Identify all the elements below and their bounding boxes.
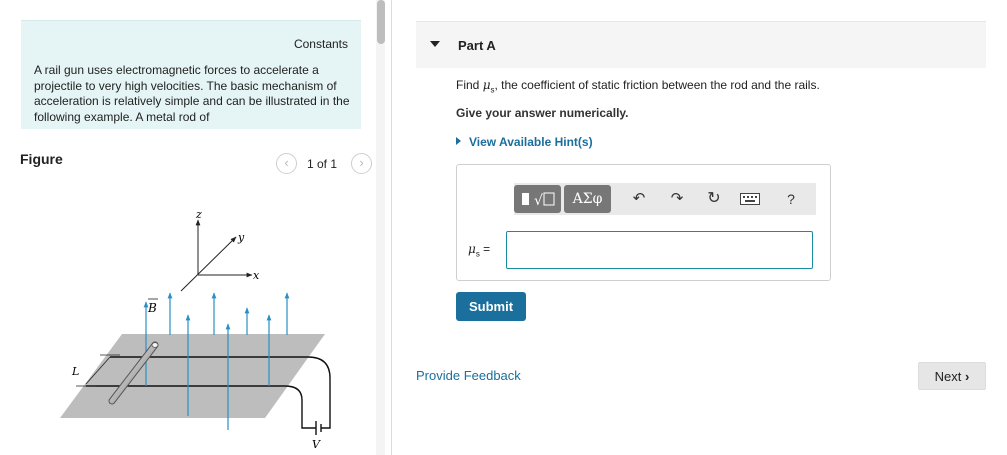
voltage-label: V [312, 438, 321, 450]
answer-label: μs = [468, 242, 490, 258]
undo-icon[interactable]: ↶ [627, 187, 651, 211]
submit-button[interactable]: Submit [456, 292, 526, 321]
b-field-label: B [147, 301, 157, 315]
instruction-text: Give your answer numerically. [456, 106, 629, 120]
greek-symbols-button[interactable]: ΑΣφ [564, 185, 611, 213]
constants-link[interactable]: Constants [294, 37, 348, 51]
question-rest: , the coefficient of static friction bet… [494, 78, 820, 92]
part-header[interactable]: Part A [416, 21, 986, 68]
question-text: Find μs, the coefficient of static frict… [456, 78, 820, 94]
panel-divider [391, 0, 392, 455]
prev-figure-button[interactable]: ‹ [276, 153, 297, 174]
axes: z y x [180, 208, 260, 292]
next-label: Next [934, 368, 962, 384]
templates-button[interactable]: √ [514, 185, 561, 213]
table-plane [60, 334, 325, 418]
provide-feedback-link[interactable]: Provide Feedback [416, 368, 521, 383]
constants-box: Constants A rail gun uses electromagneti… [21, 20, 361, 129]
scrollbar-track[interactable] [376, 0, 385, 455]
next-figure-button[interactable]: › [351, 153, 372, 174]
reset-icon[interactable]: ↻ [702, 187, 726, 211]
chevron-right-icon: › [359, 155, 364, 170]
z-axis-label: z [195, 208, 202, 221]
caret-down-icon [430, 41, 440, 47]
templates-icon: √ [522, 192, 555, 209]
battery [301, 402, 331, 435]
chevron-left-icon: ‹ [284, 155, 289, 170]
x-axis-label: x [253, 269, 260, 282]
view-hints-link[interactable]: View Available Hint(s) [456, 135, 593, 149]
hint-label: View Available Hint(s) [469, 135, 593, 149]
part-title: Part A [458, 38, 496, 53]
next-button[interactable]: Next › [918, 362, 986, 390]
y-axis-label: y [237, 231, 245, 244]
question-prefix: Find [456, 78, 483, 92]
keyboard-icon[interactable] [738, 187, 762, 211]
answer-input[interactable] [506, 231, 813, 269]
scrollbar-thumb[interactable] [377, 0, 385, 44]
sqrt-glyph: √ [534, 193, 543, 209]
figure-title: Figure [20, 151, 63, 167]
answer-mu: μ [468, 242, 476, 256]
caret-right-icon [456, 137, 461, 145]
math-toolbar: √ ΑΣφ ↶ ↷ ↻ ? [514, 183, 816, 215]
redo-icon[interactable]: ↷ [665, 187, 689, 211]
figure-pager: 1 of 1 [307, 157, 338, 171]
rail-gun-figure: z y x V B L [60, 208, 331, 450]
length-label: L [71, 365, 79, 378]
constants-text: A rail gun uses electromagnetic forces t… [34, 63, 350, 124]
help-button[interactable]: ? [779, 187, 803, 211]
keyboard-glyph [740, 193, 760, 205]
left-panel: Constants A rail gun uses electromagneti… [0, 0, 390, 455]
mu-symbol: μ [482, 78, 491, 92]
chevron-right-icon: › [965, 368, 970, 384]
answer-box: √ ΑΣφ ↶ ↷ ↻ ? μs = [456, 164, 831, 281]
answer-equals: = [479, 242, 491, 256]
